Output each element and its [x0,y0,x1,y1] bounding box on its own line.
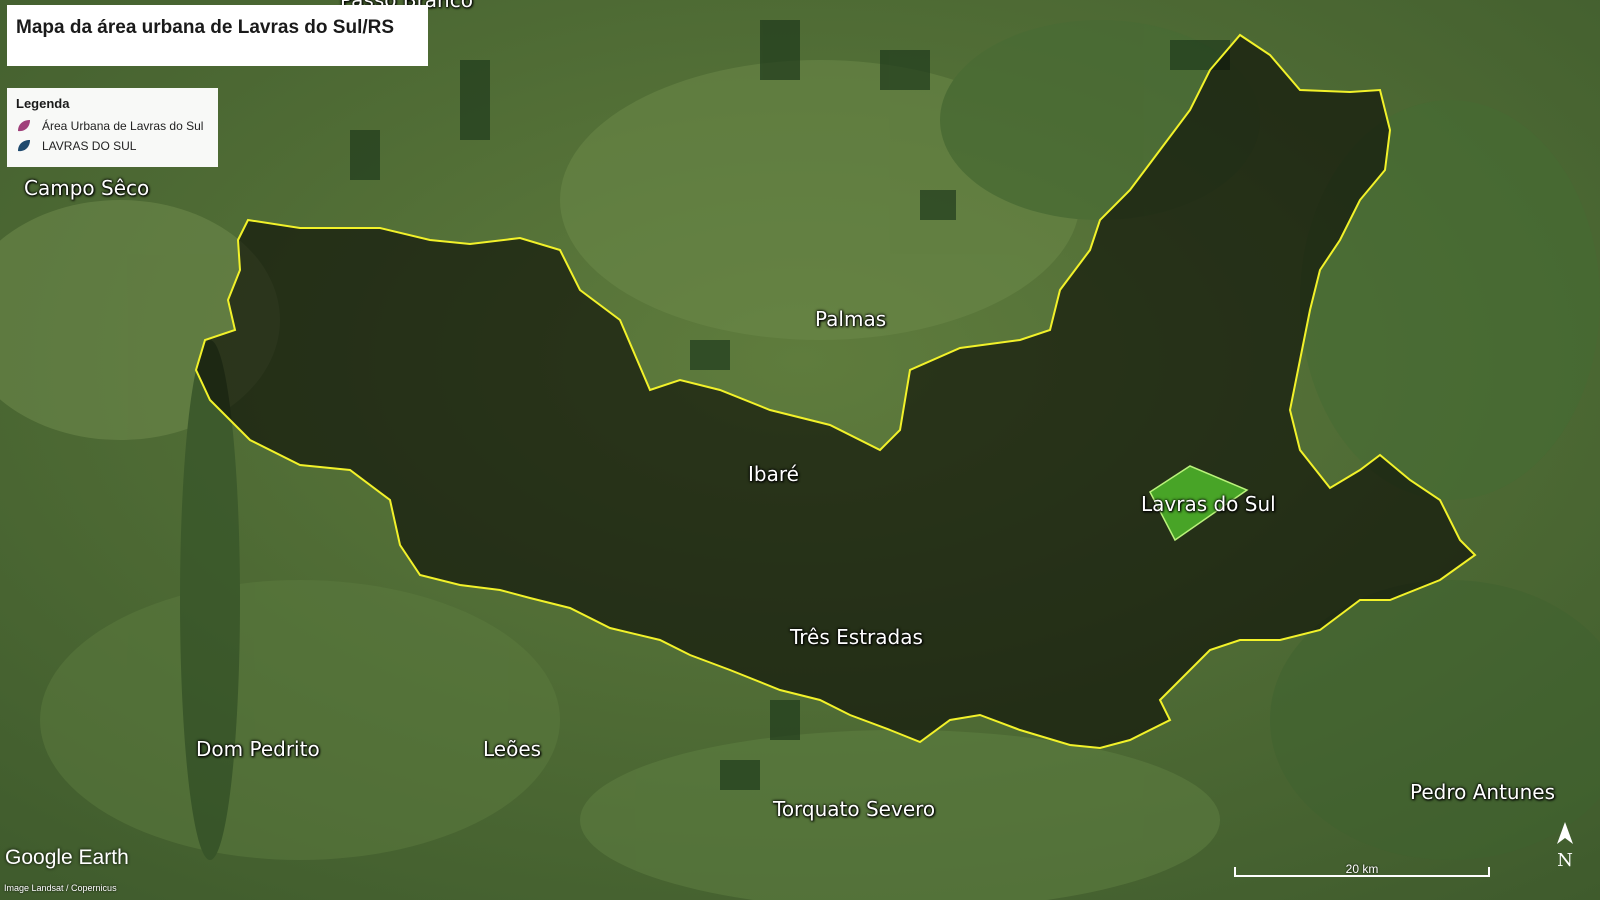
place-label-lavras-do-sul: Lavras do Sul [1141,492,1276,516]
map-title-box: Mapa da área urbana de Lavras do Sul/RS [7,5,428,66]
legend-panel: Legenda Área Urbana de Lavras do Sul LAV… [7,88,218,167]
place-label-pedro-antunes: Pedro Antunes [1410,780,1555,804]
place-label-tres-estradas: Três Estradas [790,625,923,649]
google-earth-logo: Google Earth [5,846,129,869]
legend-title: Legenda [16,96,70,111]
satellite-map[interactable] [0,0,1600,900]
north-arrow-icon: N [1557,822,1573,870]
scale-bar: 20 km [1234,857,1490,877]
imagery-credit: Image Landsat / Copernicus [4,883,117,893]
place-label-campo-seco: Campo Sêco [24,176,150,200]
legend-item-municipality: LAVRAS DO SUL [16,137,136,155]
place-label-palmas: Palmas [815,307,887,331]
leaf-symbol-icon [18,140,30,152]
legend-item-urban: Área Urbana de Lavras do Sul [16,117,203,135]
leaf-symbol-icon [18,120,30,132]
map-title: Mapa da área urbana de Lavras do Sul/RS [16,17,395,38]
scale-bar-label: 20 km [1345,862,1379,876]
place-label-ibare: Ibaré [748,462,799,486]
north-arrow-label: N [1557,850,1573,870]
place-label-dom-pedrito: Dom Pedrito [196,737,320,761]
place-label-torquato-severo: Torquato Severo [773,797,936,821]
place-label-leoes: Leões [483,737,542,761]
legend-item-label: Área Urbana de Lavras do Sul [42,119,204,133]
legend-item-label: LAVRAS DO SUL [42,139,137,153]
